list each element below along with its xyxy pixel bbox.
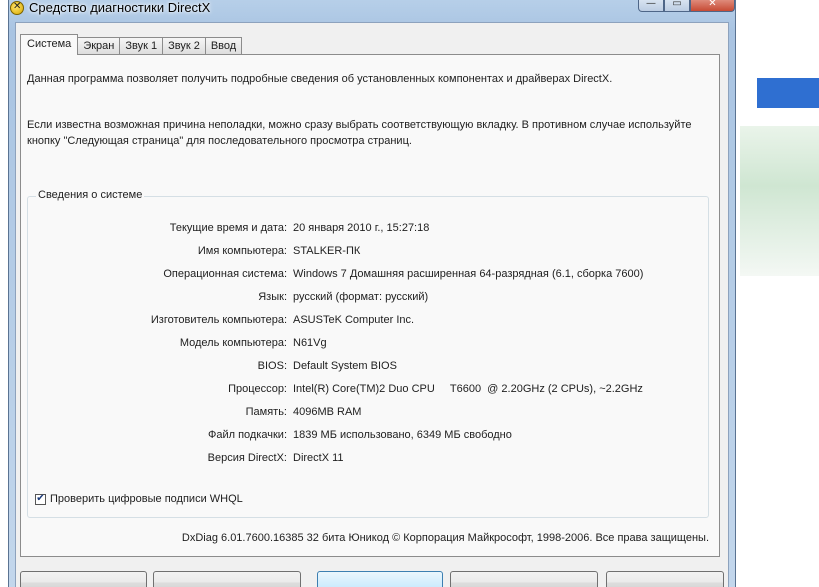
tab-strip: Система Экран Звук 1 Звук 2 Ввод [20,33,243,55]
info-label: Текущие время и дата: [169,222,287,234]
next-page-button[interactable] [317,571,443,587]
whql-checkbox-label: Проверить цифровые подписи WHQL [50,493,243,505]
minimize-icon: — [646,0,656,9]
tab-panel-system: Данная программа позволяет получить подр… [20,54,720,557]
info-label: Модель компьютера: [179,337,287,349]
info-label: Операционная система: [163,268,287,280]
info-row-pagefile: Файл подкачки: 1839 МБ использовано, 634… [28,427,708,443]
title-bar[interactable]: Средство диагностики DirectX — ▭ ✕ [9,0,735,22]
tab-sound-2[interactable]: Звук 2 [162,37,206,55]
background-window-fragment [740,126,819,276]
tab-display[interactable]: Экран [77,37,121,55]
tab-input[interactable]: Ввод [204,37,243,55]
info-row-language: Язык: русский (формат: русский) [28,289,708,305]
maximize-button[interactable]: ▭ [664,0,690,12]
whql-checkbox[interactable]: ✔ [35,493,46,505]
dxdiag-window: Средство диагностики DirectX — ▭ ✕ Систе… [8,0,736,587]
window-title: Средство диагностики DirectX [29,0,211,15]
desktop: Средство диагностики DirectX — ▭ ✕ Систе… [0,0,819,587]
info-label: BIOS: [257,360,287,372]
exit-button[interactable] [606,571,724,587]
info-label: Файл подкачки: [207,429,287,441]
info-value: Default System BIOS [293,360,397,372]
tab-sound-1[interactable]: Звук 1 [119,37,164,55]
group-title: Сведения о системе [36,189,145,201]
info-row-model: Модель компьютера: N61Vg [28,335,708,351]
info-label: Память: [245,406,287,418]
checkmark-icon: ✔ [36,493,45,504]
64bit-dxdiag-button[interactable] [153,571,301,587]
info-value: 1839 МБ использовано, 6349 МБ свободно [293,429,512,441]
close-button[interactable]: ✕ [690,0,735,12]
directx-icon [10,1,24,15]
info-value: русский (формат: русский) [293,291,429,303]
info-row-datetime: Текущие время и дата: 20 января 2010 г.,… [28,220,708,236]
intro-text: Данная программа позволяет получить подр… [27,73,613,85]
info-row-bios: BIOS: Default System BIOS [28,358,708,374]
minimize-button[interactable]: — [638,0,664,12]
info-value: N61Vg [293,337,327,349]
save-all-info-button[interactable] [450,571,598,587]
info-row-memory: Память: 4096MB RAM [28,404,708,420]
info-value: DirectX 11 [293,452,344,464]
info-value: ASUSTeK Computer Inc. [293,314,415,326]
info-label: Язык: [258,291,287,303]
version-copyright: DxDiag 6.01.7600.16385 32 бита Юникод © … [181,532,709,544]
info-value: 4096MB RAM [293,406,362,418]
maximize-icon: ▭ [672,0,682,9]
info-row-directx-version: Версия DirectX: DirectX 11 [28,450,708,466]
window-controls: — ▭ ✕ [638,0,735,13]
info-value: STALKER-ПК [293,245,361,257]
bottom-button-bar [20,571,724,587]
client-area: Система Экран Звук 1 Звук 2 Ввод Данная … [15,22,729,587]
info-value: Windows 7 Домашняя расширенная 64-разряд… [293,268,644,280]
info-label: Имя компьютера: [197,245,287,257]
tab-system[interactable]: Система [20,34,79,55]
close-icon: ✕ [708,0,717,9]
info-value: 20 января 2010 г., 15:27:18 [293,222,430,234]
info-row-processor: Процессор: Intel(R) Core(TM)2 Duo CPU T6… [28,381,708,397]
info-label: Версия DirectX: [207,452,287,464]
system-info-group: Сведения о системе Текущие время и дата:… [27,189,709,518]
info-row-computer-name: Имя компьютера: STALKER-ПК [28,243,708,259]
help-button[interactable] [20,571,147,587]
info-row-os: Операционная система: Windows 7 Домашняя… [28,266,708,282]
background-window-fragment [757,78,819,108]
info-row-manufacturer: Изготовитель компьютера: ASUSTeK Compute… [28,312,708,328]
info-label: Процессор: [228,383,287,395]
info-value: Intel(R) Core(TM)2 Duo CPU T6600 @ 2.20G… [293,383,643,395]
help-text: Если известна возможная причина неполадк… [27,119,692,147]
whql-checkbox-row[interactable]: ✔ Проверить цифровые подписи WHQL [35,493,243,505]
info-label: Изготовитель компьютера: [150,314,287,326]
